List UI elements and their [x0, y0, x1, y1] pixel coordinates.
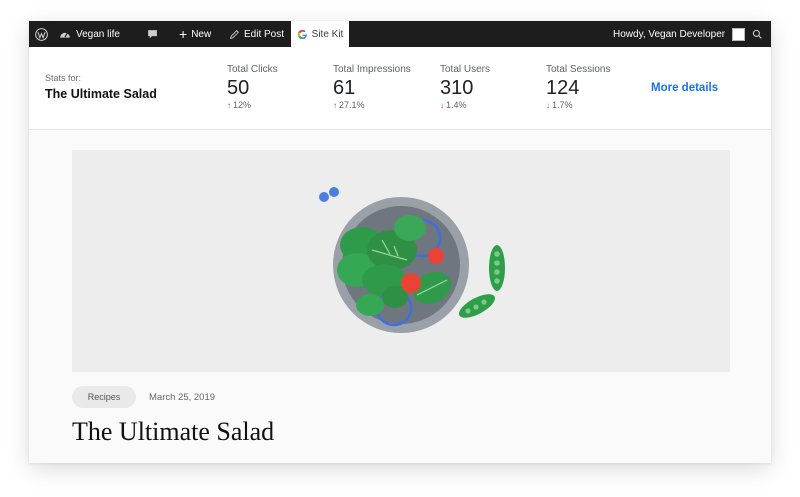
metric-value: 50 [227, 77, 250, 99]
metric-change: ↑ 27.1% [333, 100, 411, 110]
site-kit-label: Site Kit [311, 28, 344, 40]
arrow-up-icon: ↑ [333, 100, 337, 110]
metric-total-impressions: Total Impressions 61 ↑ 27.1% [333, 64, 411, 110]
howdy-text: Howdy, Vegan Developer [613, 28, 726, 40]
salad-bowl-illustration [319, 187, 505, 333]
wordpress-logo-button[interactable] [35, 21, 48, 47]
plus-icon: + [179, 26, 188, 42]
edit-post-label: Edit Post [244, 28, 285, 40]
metric-value: 61 [333, 77, 356, 99]
metric-change-value: 1.7% [552, 100, 573, 110]
dashboard-icon [60, 32, 70, 38]
blueberry-dot [319, 192, 329, 202]
metric-label: Total Impressions [333, 64, 411, 75]
comments-button[interactable] [147, 21, 158, 47]
featured-image [72, 150, 730, 372]
category-badge[interactable]: Recipes [72, 386, 136, 408]
metric-label: Total Sessions [546, 64, 611, 75]
metric-change: ↓ 1.7% [546, 100, 610, 110]
stats-for-label: Stats for: [45, 73, 82, 83]
metric-change-value: 27.1% [339, 100, 365, 110]
pencil-icon [230, 29, 239, 39]
metric-value: 310 [440, 77, 474, 99]
arrow-down-icon: ↓ [440, 100, 444, 110]
arrow-down-icon: ↓ [546, 100, 550, 110]
site-name-menu[interactable]: Vegan life [59, 21, 120, 47]
browser-frame: Vegan life + New Edit Post Site Kit Howd… [29, 21, 771, 463]
blueberry-dot [329, 187, 339, 197]
search-icon [752, 29, 762, 39]
tomato [428, 248, 444, 264]
avatar [732, 27, 745, 41]
metric-label: Total Clicks [227, 64, 278, 75]
metric-change-value: 12% [233, 100, 252, 110]
search-button[interactable] [752, 21, 763, 47]
post-title: The Ultimate Salad [72, 417, 275, 446]
site-kit-menu[interactable]: Site Kit [291, 21, 349, 47]
edit-post-link[interactable]: Edit Post [229, 21, 284, 47]
metric-change: ↓ 1.4% [440, 100, 490, 110]
comment-icon [148, 29, 157, 38]
wp-admin-bar: Vegan life + New Edit Post Site Kit Howd… [29, 21, 771, 47]
metric-total-users: Total Users 310 ↓ 1.4% [440, 64, 490, 110]
site-kit-stats-panel: Stats for: The Ultimate Salad Total Clic… [29, 47, 771, 130]
new-content-menu[interactable]: + New [179, 21, 211, 47]
site-name: Vegan life [76, 28, 120, 40]
metric-change: ↑ 12% [227, 100, 278, 110]
post-content-area: Recipes March 25, 2019 The Ultimate Sala… [29, 130, 771, 463]
avatar-button[interactable] [732, 21, 745, 47]
stats-page-title: The Ultimate Salad [45, 87, 157, 101]
metric-value: 124 [546, 77, 580, 99]
google-icon [297, 29, 307, 39]
metric-total-clicks: Total Clicks 50 ↑ 12% [227, 64, 278, 110]
arrow-up-icon: ↑ [227, 100, 231, 110]
new-label: New [191, 28, 212, 40]
metric-label: Total Users [440, 64, 491, 75]
wordpress-icon [35, 27, 48, 41]
account-menu[interactable]: Howdy, Vegan Developer [613, 21, 725, 47]
metric-change-value: 1.4% [446, 100, 467, 110]
metric-total-sessions: Total Sessions 124 ↓ 1.7% [546, 64, 610, 110]
tomato [401, 273, 421, 293]
post-date: March 25, 2019 [149, 392, 216, 403]
more-details-link[interactable]: More details [651, 82, 718, 94]
